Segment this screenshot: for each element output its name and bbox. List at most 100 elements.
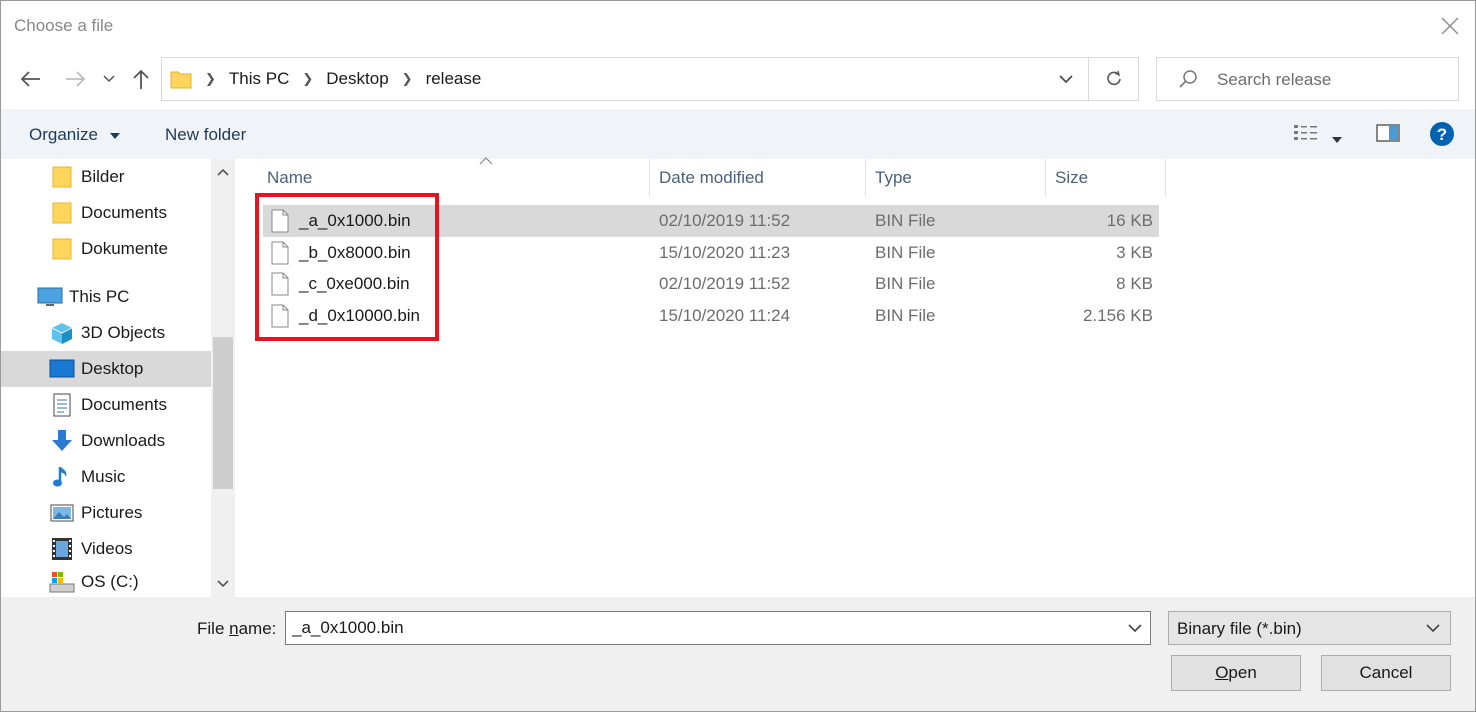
file-size: 3 KB — [1116, 243, 1153, 262]
cancel-button[interactable]: Cancel — [1321, 655, 1451, 691]
column-divider[interactable] — [865, 159, 866, 197]
file-name-field[interactable] — [285, 611, 1151, 645]
view-options-button[interactable] — [1293, 123, 1319, 148]
close-button[interactable] — [1425, 1, 1475, 51]
cancel-label: Cancel — [1359, 663, 1413, 682]
chevron-down-icon — [1128, 623, 1142, 632]
breadcrumb-separator-icon: ❯ — [401, 71, 413, 86]
file-type-dropdown-button[interactable] — [1422, 616, 1444, 640]
recent-locations-button[interactable] — [97, 65, 121, 93]
column-header-date[interactable]: Date modified — [659, 159, 865, 197]
sidebar-item-bilder[interactable]: Bilder — [1, 159, 211, 195]
file-name: _d_0x10000.bin — [299, 306, 421, 325]
sidebar-item-label: Pictures — [81, 503, 143, 522]
sidebar-item-label: Music — [81, 467, 126, 486]
refresh-button[interactable] — [1088, 58, 1138, 100]
search-placeholder: Search release — [1217, 70, 1332, 89]
arrow-right-icon — [66, 71, 86, 87]
table-row[interactable]: _d_0x10000.bin 15/10/2020 11:24 BIN File… — [263, 300, 1159, 332]
sidebar-item-music[interactable]: Music — [1, 459, 211, 495]
details-view-icon — [1294, 125, 1317, 140]
column-divider[interactable] — [649, 159, 650, 197]
sidebar-item-os-c[interactable]: OS (C:) — [1, 567, 211, 597]
sidebar-item-label: Documents — [81, 395, 167, 414]
sidebar-item-label: 3D Objects — [81, 323, 166, 342]
forward-button[interactable] — [61, 65, 89, 93]
breadcrumb-separator-icon: ❯ — [302, 71, 314, 86]
up-button[interactable] — [127, 65, 155, 93]
column-divider[interactable] — [1165, 159, 1166, 197]
scroll-thumb[interactable] — [213, 337, 233, 489]
file-name-label-accel: n — [229, 619, 239, 638]
cube-icon — [49, 320, 75, 346]
documents-icon — [49, 392, 75, 418]
refresh-icon — [1106, 70, 1121, 86]
breadcrumb-this-pc[interactable]: This PC — [229, 69, 289, 89]
column-header-size[interactable]: Size — [1055, 159, 1165, 197]
sidebar-item-pictures[interactable]: Pictures — [1, 495, 211, 531]
sidebar-item-documents[interactable]: Documents — [1, 387, 211, 423]
file-name-dropdown-button[interactable] — [1122, 614, 1148, 642]
column-header-name[interactable]: Name — [267, 157, 649, 197]
file-name: _b_0x8000.bin — [299, 243, 411, 262]
sidebar-item-label: This PC — [69, 287, 130, 306]
folder-icon — [170, 71, 192, 89]
help-icon: ? — [1430, 122, 1454, 146]
table-row[interactable]: _b_0x8000.bin 15/10/2020 11:23 BIN File … — [263, 237, 1159, 269]
table-row[interactable]: _c_0xe000.bin 02/10/2019 11:52 BIN File … — [263, 268, 1159, 300]
column-divider[interactable] — [1045, 159, 1046, 197]
preview-pane-button[interactable] — [1376, 123, 1400, 148]
command-bar: Organize New folder ? — [1, 109, 1475, 159]
folder-icon — [49, 236, 75, 262]
address-history-button[interactable] — [1044, 58, 1088, 100]
sidebar-item-dokumente[interactable]: Dokumente — [1, 231, 211, 267]
search-input[interactable]: Search release — [1156, 57, 1459, 101]
organize-menu[interactable]: Organize — [29, 125, 121, 145]
help-button[interactable]: ? — [1429, 121, 1455, 152]
column-size-label: Size — [1055, 168, 1089, 187]
sidebar-item-downloads[interactable]: Downloads — [1, 423, 211, 459]
sidebar-item-videos[interactable]: Videos — [1, 531, 211, 567]
title-bar: Choose a file — [1, 1, 1475, 51]
file-name-label: File name: — [197, 619, 276, 639]
sidebar-item-label: Desktop — [81, 359, 144, 378]
sidebar-item-label: Dokumente — [81, 239, 168, 258]
address-bar[interactable]: ❯ This PC ❯ Desktop ❯ release — [161, 57, 1139, 101]
back-button[interactable] — [17, 65, 45, 93]
file-date: 02/10/2019 11:52 — [659, 211, 791, 230]
file-icon — [271, 241, 289, 265]
open-button[interactable]: Open — [1171, 655, 1301, 691]
scroll-up-button[interactable] — [211, 159, 235, 185]
sidebar-item-this-pc[interactable]: This PC — [1, 279, 211, 315]
breadcrumb-release[interactable]: release — [426, 69, 482, 89]
sidebar-item-desktop[interactable]: Desktop — [1, 351, 211, 387]
file-list: Name Date modified Type Size _a_0x1000.b… — [237, 157, 1475, 597]
navigation-bar: ❯ This PC ❯ Desktop ❯ release Search rel… — [1, 51, 1475, 107]
sidebar-item-3d-objects[interactable]: 3D Objects — [1, 315, 211, 351]
scroll-down-button[interactable] — [211, 571, 235, 597]
file-type: BIN File — [875, 306, 936, 325]
view-dropdown-button[interactable] — [1331, 129, 1343, 149]
sidebar-item-documents-quick[interactable]: Documents — [1, 195, 211, 231]
pictures-icon — [49, 500, 75, 526]
new-folder-button[interactable]: New folder — [165, 125, 246, 145]
table-row[interactable]: _a_0x1000.bin 02/10/2019 11:52 BIN File … — [263, 205, 1159, 237]
close-icon — [1441, 17, 1459, 35]
file-icon — [271, 209, 289, 233]
file-name-label-part: ame: — [238, 619, 277, 638]
file-name: _c_0xe000.bin — [299, 274, 410, 293]
breadcrumb-desktop[interactable]: Desktop — [326, 69, 388, 89]
file-type-select[interactable]: Binary file (*.bin) — [1168, 611, 1451, 645]
file-date: 02/10/2019 11:52 — [659, 274, 791, 293]
column-header-type[interactable]: Type — [875, 159, 1043, 197]
column-date-label: Date modified — [659, 168, 764, 187]
file-name: _a_0x1000.bin — [299, 211, 411, 230]
sidebar-item-label: Videos — [81, 539, 133, 558]
file-size: 2.156 KB — [1083, 306, 1153, 325]
sidebar-scrollbar[interactable] — [211, 159, 235, 597]
computer-icon — [37, 284, 63, 310]
file-name-input[interactable] — [292, 618, 1112, 638]
sidebar-item-label: Bilder — [81, 167, 125, 186]
breadcrumb: ❯ This PC ❯ Desktop ❯ release — [170, 58, 481, 100]
chevron-down-icon — [103, 75, 115, 83]
